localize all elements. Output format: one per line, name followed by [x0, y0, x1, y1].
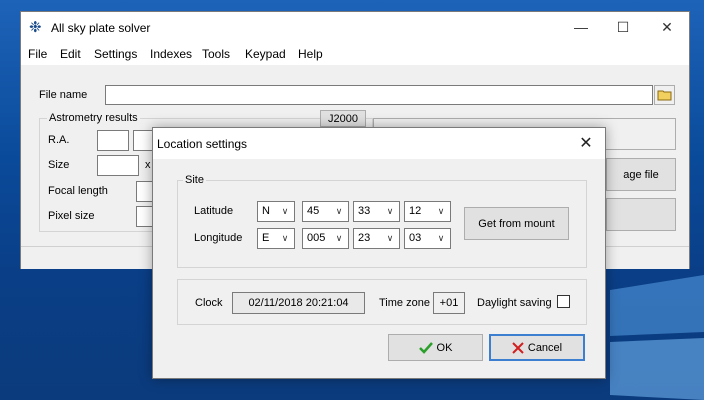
latitude-seconds-value: 12: [409, 205, 422, 217]
latitude-label: Latitude: [194, 205, 234, 217]
timezone-label: Time zone: [379, 297, 430, 309]
cancel-button[interactable]: Cancel: [489, 334, 585, 361]
longitude-hemisphere-value: E: [262, 232, 270, 244]
latitude-seconds-select[interactable]: 12 ∨: [404, 201, 451, 222]
menu-file[interactable]: File: [28, 47, 47, 61]
longitude-minutes-select[interactable]: 23 ∨: [353, 228, 400, 249]
menu-help[interactable]: Help: [298, 47, 323, 61]
get-from-mount-button[interactable]: Get from mount: [464, 207, 569, 240]
daylight-saving-checkbox[interactable]: [557, 295, 570, 308]
file-name-label: File name: [39, 89, 88, 101]
minimize-button[interactable]: —: [561, 16, 601, 38]
chevron-down-icon: ∨: [335, 233, 343, 243]
cancel-x-icon: [512, 341, 524, 354]
folder-icon: [657, 90, 671, 101]
main-titlebar: ❉ All sky plate solver — ☐ ✕: [21, 12, 689, 43]
chevron-down-icon: ∨: [281, 206, 289, 216]
menu-bar: File Edit Settings Indexes Tools Keypad …: [21, 43, 689, 65]
chevron-down-icon: ∨: [335, 206, 343, 216]
ok-button-label: OK: [436, 341, 453, 354]
size-width-field[interactable]: [97, 155, 139, 176]
checkmark-icon: [418, 341, 433, 354]
menu-edit[interactable]: Edit: [60, 47, 81, 61]
dialog-titlebar: Location settings ✕: [153, 128, 605, 159]
chevron-down-icon: ∨: [437, 206, 445, 216]
chevron-down-icon: ∨: [281, 233, 289, 243]
size-x-label: x: [145, 159, 151, 171]
chevron-down-icon: ∨: [386, 233, 394, 243]
site-group-label: Site: [183, 174, 206, 186]
close-button[interactable]: ✕: [647, 16, 687, 38]
cancel-button-label: Cancel: [527, 341, 563, 354]
chevron-down-icon: ∨: [437, 233, 445, 243]
dialog-title: Location settings: [157, 137, 248, 151]
pixel-size-label: Pixel size: [48, 210, 95, 222]
latitude-minutes-select[interactable]: 33 ∨: [353, 201, 400, 222]
latitude-degrees-select[interactable]: 45 ∨: [302, 201, 349, 222]
daylight-saving-label: Daylight saving: [477, 297, 552, 309]
windows-logo-icon: [610, 275, 704, 400]
menu-keypad[interactable]: Keypad: [245, 47, 286, 61]
latitude-minutes-value: 33: [358, 205, 371, 217]
longitude-hemisphere-select[interactable]: E ∨: [257, 228, 295, 249]
astrometry-results-label: Astrometry results: [47, 112, 140, 124]
menu-indexes[interactable]: Indexes: [150, 47, 192, 61]
ra-label: R.A.: [48, 134, 70, 146]
longitude-label: Longitude: [194, 232, 243, 244]
file-name-input[interactable]: [105, 85, 653, 105]
menu-tools[interactable]: Tools: [202, 47, 230, 61]
size-label: Size: [48, 159, 70, 171]
solve-button[interactable]: [606, 198, 676, 231]
latitude-degrees-value: 45: [307, 205, 320, 217]
longitude-seconds-select[interactable]: 03 ∨: [404, 228, 451, 249]
clock-label: Clock: [195, 297, 223, 309]
menu-settings[interactable]: Settings: [94, 47, 137, 61]
window-title: All sky plate solver: [51, 21, 151, 35]
longitude-degrees-value: 005: [307, 232, 326, 244]
longitude-minutes-value: 23: [358, 232, 371, 244]
open-folder-button[interactable]: [654, 85, 675, 105]
focal-length-label: Focal length: [48, 185, 108, 197]
dialog-close-icon[interactable]: ✕: [571, 132, 601, 154]
longitude-seconds-value: 03: [409, 232, 422, 244]
app-icon: ❉: [29, 19, 42, 36]
chevron-down-icon: ∨: [386, 206, 394, 216]
latitude-hemisphere-value: N: [262, 205, 270, 217]
maximize-button[interactable]: ☐: [603, 16, 643, 38]
ok-button[interactable]: OK: [388, 334, 483, 361]
j2000-button[interactable]: J2000: [320, 110, 366, 127]
longitude-degrees-select[interactable]: 005 ∨: [302, 228, 349, 249]
clock-value: 02/11/2018 20:21:04: [232, 292, 365, 314]
timezone-field[interactable]: +01: [433, 292, 465, 314]
ra-field[interactable]: [97, 130, 129, 151]
open-image-file-button[interactable]: age file: [606, 158, 676, 191]
location-settings-dialog: Location settings ✕ Site Latitude N ∨ 45…: [152, 127, 606, 379]
latitude-hemisphere-select[interactable]: N ∨: [257, 201, 295, 222]
